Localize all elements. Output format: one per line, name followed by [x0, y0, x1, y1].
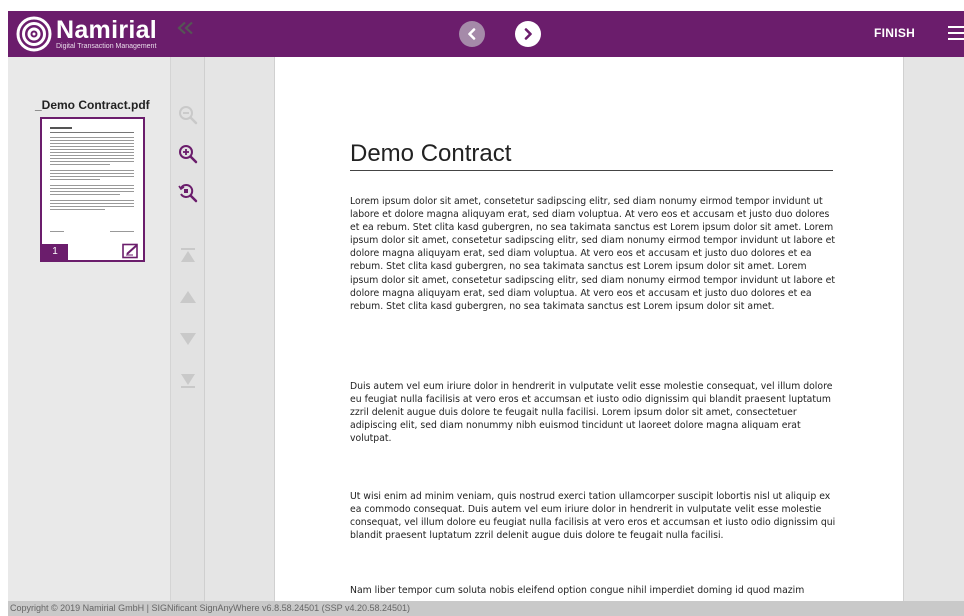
page-thumbnail[interactable]: 1 [40, 117, 145, 262]
logo-name: Namirial [56, 15, 158, 44]
document-file-name: _Demo Contract.pdf [35, 98, 150, 112]
double-chevron-left-icon [177, 21, 193, 35]
previous-step-button[interactable] [459, 21, 485, 47]
next-step-button[interactable] [515, 21, 541, 47]
brand-logo: Namirial Digital Transaction Management [16, 16, 157, 52]
zoom-in-icon [179, 145, 198, 164]
namirial-logo-icon [16, 16, 52, 52]
previous-page-button[interactable] [177, 286, 199, 308]
zoom-in-button[interactable] [177, 143, 199, 165]
document-paragraph: Nam liber tempor cum soluta nobis eleife… [350, 585, 805, 596]
last-page-icon [181, 374, 195, 388]
thumbnail-preview [50, 127, 134, 232]
app-window: Namirial Digital Transaction Management … [8, 11, 964, 616]
finish-button[interactable]: FINISH [874, 26, 915, 40]
zoom-reset-button[interactable] [177, 182, 199, 204]
sign-edit-icon[interactable] [121, 243, 141, 259]
copyright-footer: Copyright © 2019 Namirial GmbH | SIGNifi… [8, 601, 964, 616]
document-viewer[interactable]: Demo Contract Lorem ipsum dolor sit amet… [205, 57, 964, 601]
zoom-reset-icon [178, 184, 198, 203]
thumbnail-page-number: 1 [42, 244, 68, 260]
hamburger-icon[interactable] [948, 26, 964, 40]
last-page-button[interactable] [177, 370, 199, 392]
top-bar: Namirial Digital Transaction Management … [8, 11, 964, 57]
chevron-right-icon [524, 28, 532, 40]
logo-tagline: Digital Transaction Management [56, 42, 157, 50]
first-page-icon [181, 248, 195, 262]
viewer-toolbar [171, 57, 205, 601]
next-page-icon [180, 333, 196, 345]
chevron-left-icon [468, 28, 476, 40]
zoom-out-button[interactable] [177, 104, 199, 126]
document-paragraph: Duis autem vel eum iriure dolor in hendr… [350, 381, 833, 445]
zoom-out-icon [179, 106, 198, 125]
title-divider [350, 170, 833, 171]
document-paragraph: Lorem ipsum dolor sit amet, consetetur s… [350, 196, 836, 312]
previous-page-icon [180, 291, 196, 303]
document-title: Demo Contract [350, 140, 512, 167]
document-page: Demo Contract Lorem ipsum dolor sit amet… [274, 57, 904, 601]
document-paragraph: Ut wisi enim ad minim veniam, quis nostr… [350, 491, 836, 542]
collapse-panel-button[interactable] [176, 21, 194, 40]
thumbnail-panel: _Demo Contract.pdf 1 [8, 57, 171, 601]
first-page-button[interactable] [177, 244, 199, 266]
next-page-button[interactable] [177, 328, 199, 350]
